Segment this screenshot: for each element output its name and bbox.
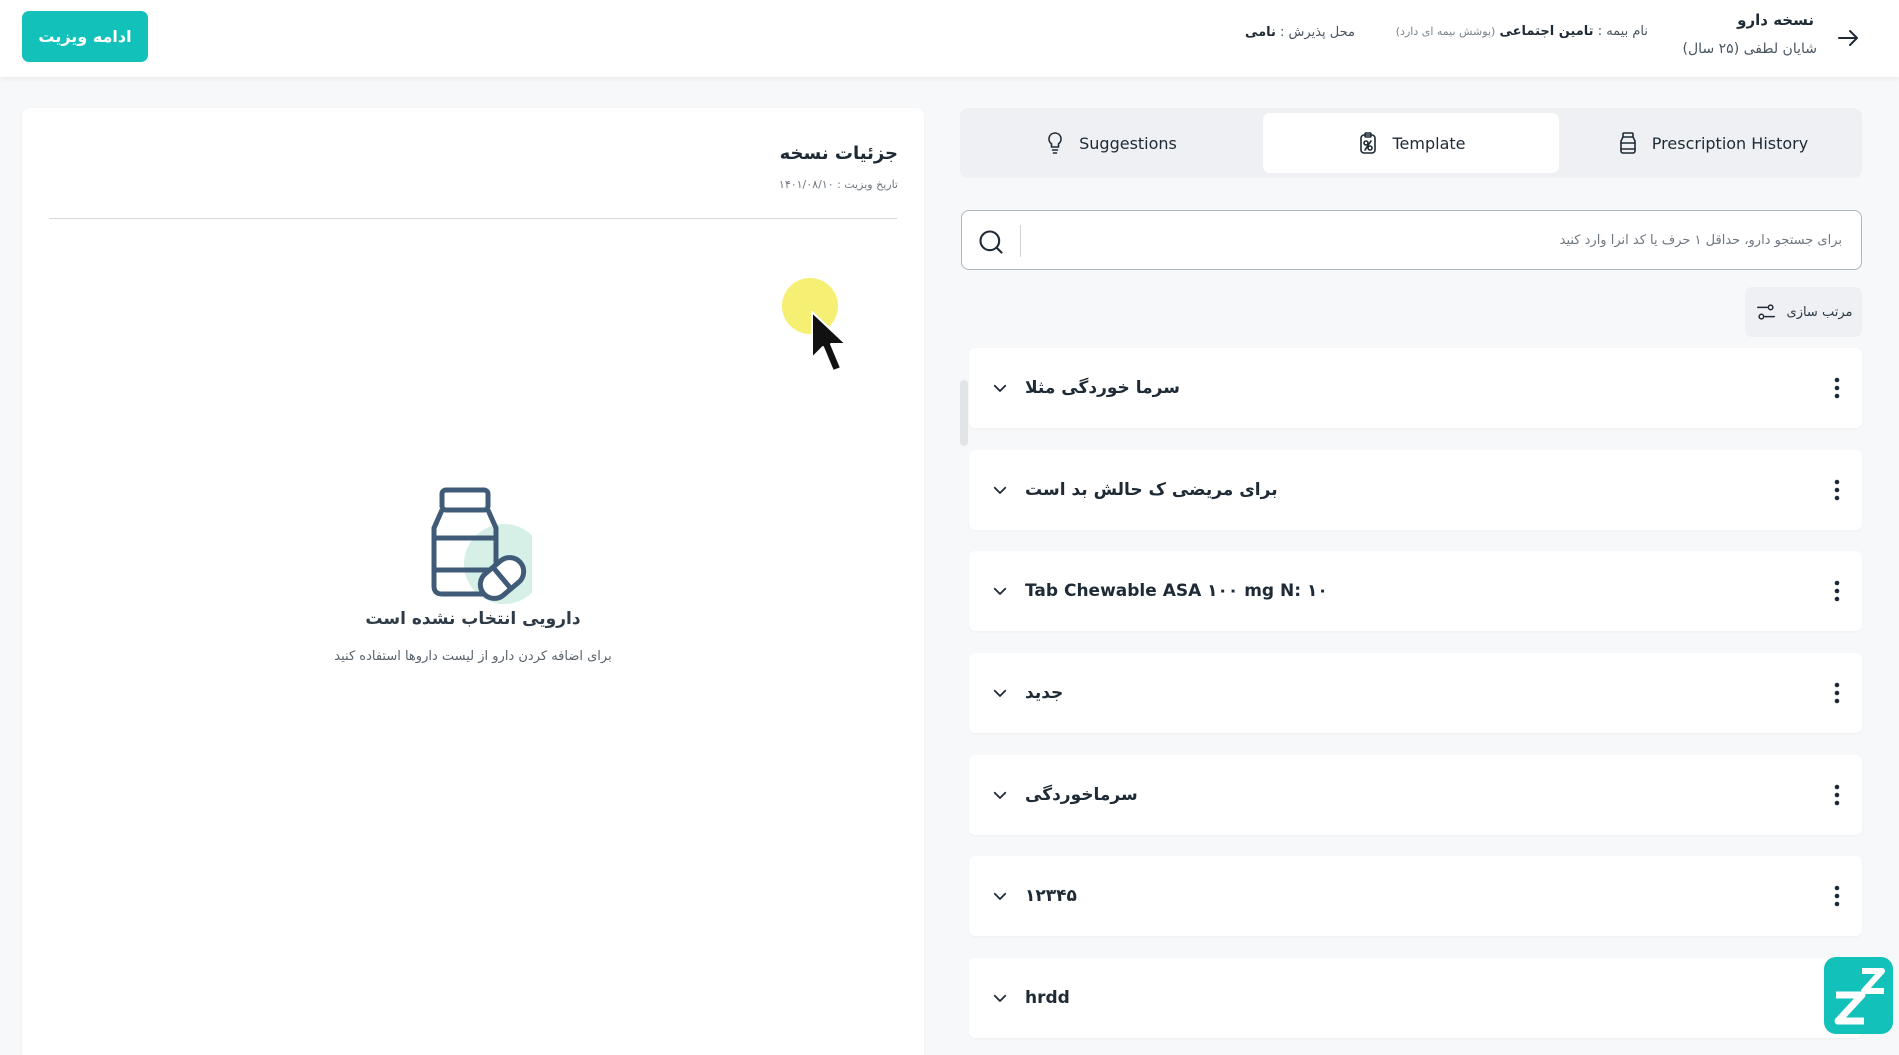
template-item[interactable]: سرماخوردگی (969, 755, 1862, 835)
insurance-info: نام بیمه : تامین اجتماعی (پوشش بیمه ای د… (1396, 24, 1648, 39)
template-name: Tab Chewable ASA ۱۰۰ mg N: ۱۰ (1025, 581, 1328, 601)
chevron-down-icon[interactable] (991, 989, 1009, 1007)
template-name: سرماخوردگی (1025, 785, 1138, 805)
mouse-cursor-icon (782, 278, 847, 372)
lightbulb-icon (1048, 132, 1062, 154)
chevron-down-icon[interactable] (991, 887, 1009, 905)
sort-button[interactable]: مرتب سازی (1745, 287, 1862, 337)
patient-name: شایان لطفی (۲۵ سال) (1682, 41, 1817, 57)
template-item[interactable]: سرما خوردگی مثلا (969, 348, 1862, 428)
tab-label: Template (1392, 133, 1466, 153)
pill-bottle-icon (1619, 132, 1636, 154)
clipboard-icon (1360, 132, 1377, 154)
search-separator (1020, 225, 1021, 257)
back-arrow-icon[interactable] (1836, 26, 1860, 50)
page-title: نسخه دارو (1737, 11, 1814, 29)
insurance-name: تامین اجتماعی (1499, 24, 1594, 39)
template-name: hrdd (1025, 988, 1070, 1008)
reception-prefix: محل پذیرش : (1280, 25, 1355, 40)
prescription-details-panel: جزئیات نسخه تاریخ ویزیت : ۱۴۰۱/۰۸/۱۰ دار… (22, 108, 924, 1055)
zz-app-logo[interactable] (1824, 957, 1893, 1034)
reception-location: محل پذیرش : نامی (1245, 25, 1355, 40)
more-vertical-icon[interactable] (1834, 783, 1840, 807)
tab-label: Suggestions (1079, 133, 1177, 153)
chevron-down-icon[interactable] (991, 481, 1009, 499)
template-item[interactable]: برای مریضی ک حالش بد است (969, 450, 1862, 530)
continue-visit-button[interactable]: ادامه ویزیت (22, 11, 148, 62)
chevron-down-icon[interactable] (991, 684, 1009, 702)
search-box (961, 210, 1862, 270)
template-name: سرما خوردگی مثلا (1025, 378, 1180, 398)
tab-prescription-history[interactable]: Prescription History (1567, 113, 1857, 173)
more-vertical-icon[interactable] (1834, 478, 1840, 502)
empty-state-title: دارویی انتخاب نشده است (365, 609, 581, 629)
zz-logo-icon (1834, 968, 1885, 1025)
reception-value: نامی (1244, 25, 1276, 40)
details-title: جزئیات نسخه (779, 143, 898, 164)
tab-label: Prescription History (1651, 133, 1809, 153)
search-icon[interactable] (977, 228, 1005, 256)
chevron-down-icon[interactable] (991, 582, 1009, 600)
empty-state-subtitle: برای اضافه کردن دارو از لیست داروها استف… (334, 649, 612, 664)
tab-template[interactable]: Template (1263, 113, 1559, 173)
more-vertical-icon[interactable] (1834, 884, 1840, 908)
search-input[interactable] (1032, 211, 1842, 269)
tab-bar: Suggestions Template Prescription Histor… (960, 108, 1862, 178)
template-name: برای مریضی ک حالش بد است (1025, 480, 1278, 500)
divider (49, 218, 897, 219)
more-vertical-icon[interactable] (1834, 376, 1840, 400)
more-vertical-icon[interactable] (1834, 579, 1840, 603)
template-name: جدید (1025, 683, 1064, 703)
template-item[interactable]: Tab Chewable ASA ۱۰۰ mg N: ۱۰ (969, 551, 1862, 631)
more-vertical-icon[interactable] (1834, 681, 1840, 705)
medicine-bottle-icon (431, 487, 532, 604)
tab-suggestions[interactable]: Suggestions (965, 113, 1255, 173)
sort-icon (1756, 304, 1775, 320)
sort-label: مرتب سازی (1786, 304, 1853, 320)
template-name: ۱۲۳۴۵ (1025, 886, 1077, 906)
template-item[interactable]: hrdd (969, 958, 1862, 1038)
chevron-down-icon[interactable] (991, 379, 1009, 397)
top-header: ادامه ویزیت محل پذیرش : نامی نام بیمه : … (0, 0, 1899, 77)
insurance-prefix: نام بیمه : (1597, 24, 1648, 39)
visit-date: تاریخ ویزیت : ۱۴۰۱/۰۸/۱۰ (778, 178, 898, 191)
insurance-note: (پوشش بیمه ای دارد) (1395, 25, 1496, 38)
template-item[interactable]: ۱۲۳۴۵ (969, 856, 1862, 936)
template-item[interactable]: جدید (969, 653, 1862, 733)
scrollbar-thumb[interactable] (960, 380, 968, 446)
chevron-down-icon[interactable] (991, 786, 1009, 804)
